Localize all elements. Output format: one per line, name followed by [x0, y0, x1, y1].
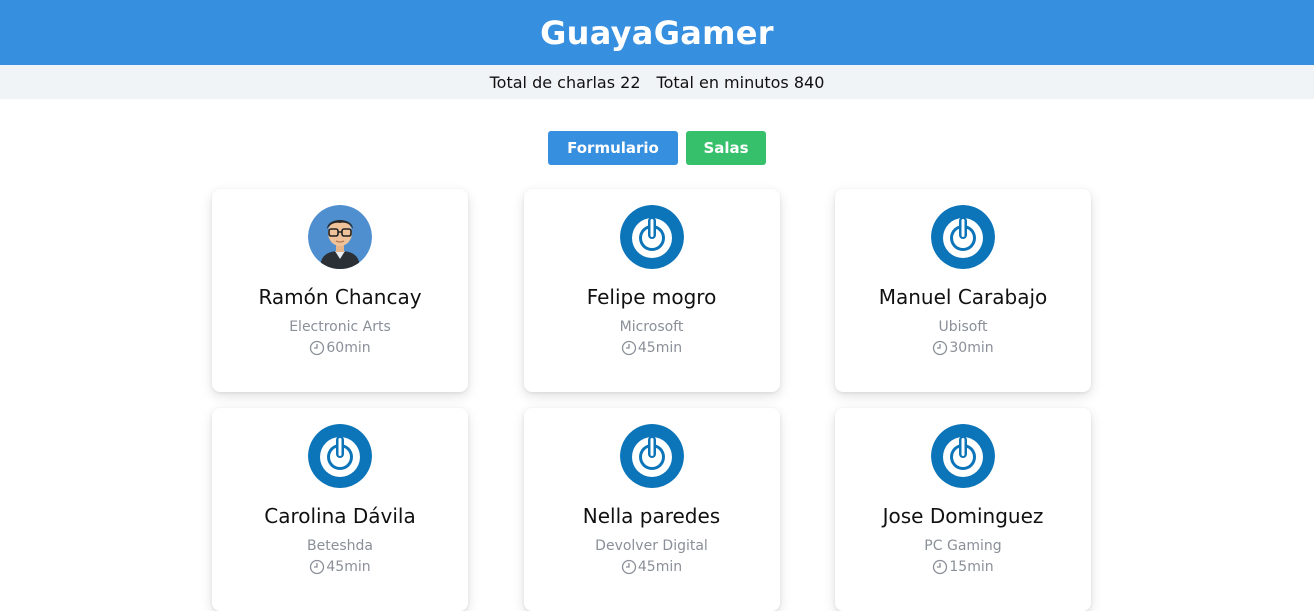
power-logo-icon — [619, 424, 684, 488]
speaker-name: Manuel Carabajo — [878, 285, 1048, 309]
app-header: GuayaGamer — [0, 0, 1314, 65]
app-title: GuayaGamer — [540, 13, 774, 52]
duration-text: 45min — [637, 340, 683, 356]
speaker-card[interactable]: Carolina Dávila Beteshda 45min — [212, 408, 468, 611]
power-logo-icon — [931, 424, 995, 488]
clock-icon — [309, 340, 325, 356]
power-logo-icon — [619, 205, 684, 269]
speaker-card[interactable]: Nella paredes Devolver Digital 45min — [523, 408, 780, 611]
speaker-duration: 45min — [621, 559, 682, 575]
clock-icon — [621, 340, 637, 356]
speaker-duration: 60min — [309, 340, 371, 356]
speaker-card[interactable]: Ramón Chancay Electronic Arts 60min — [212, 189, 468, 392]
speaker-company: PC Gaming — [924, 538, 1002, 554]
person-avatar-icon — [308, 205, 372, 269]
form-button[interactable]: Formulario — [548, 131, 678, 165]
clock-icon — [309, 559, 325, 575]
speaker-card[interactable]: Jose Dominguez PC Gaming 15min — [835, 408, 1091, 611]
action-buttons: Formulario Salas — [0, 131, 1314, 165]
speaker-company: Devolver Digital — [595, 538, 708, 554]
speaker-card[interactable]: Manuel Carabajo Ubisoft 30min — [835, 189, 1091, 392]
speaker-card[interactable]: Felipe mogro Microsoft 45min — [523, 189, 780, 392]
power-logo-icon — [308, 424, 372, 488]
speaker-name: Jose Dominguez — [882, 504, 1044, 528]
speaker-duration: 15min — [932, 559, 994, 575]
clock-icon — [621, 559, 637, 575]
speaker-duration: 45min — [621, 340, 682, 356]
speaker-company: Electronic Arts — [289, 319, 391, 335]
rooms-button[interactable]: Salas — [686, 131, 766, 165]
speaker-grid: Ramón Chancay Electronic Arts 60min Feli… — [212, 189, 1091, 611]
speaker-duration: 45min — [309, 559, 371, 575]
speaker-company: Beteshda — [307, 538, 373, 554]
speaker-name: Felipe mogro — [586, 285, 717, 309]
clock-icon — [932, 559, 948, 575]
speaker-name: Carolina Dávila — [264, 504, 416, 528]
speaker-name: Nella paredes — [582, 504, 721, 528]
power-logo-icon — [931, 205, 995, 269]
stats-bar: Total de charlas 22 Total en minutos 840 — [0, 65, 1314, 99]
duration-text: 30min — [949, 340, 994, 356]
duration-text: 15min — [949, 559, 994, 575]
speaker-name: Ramón Chancay — [258, 285, 422, 309]
duration-text: 45min — [326, 559, 371, 575]
clock-icon — [932, 340, 948, 356]
duration-text: 60min — [326, 340, 371, 356]
speaker-duration: 30min — [932, 340, 994, 356]
duration-text: 45min — [637, 559, 683, 575]
speaker-company: Microsoft — [619, 319, 684, 335]
total-minutes: Total en minutos 840 — [656, 72, 825, 92]
total-talks: Total de charlas 22 — [489, 72, 641, 92]
speaker-company: Ubisoft — [938, 319, 988, 335]
